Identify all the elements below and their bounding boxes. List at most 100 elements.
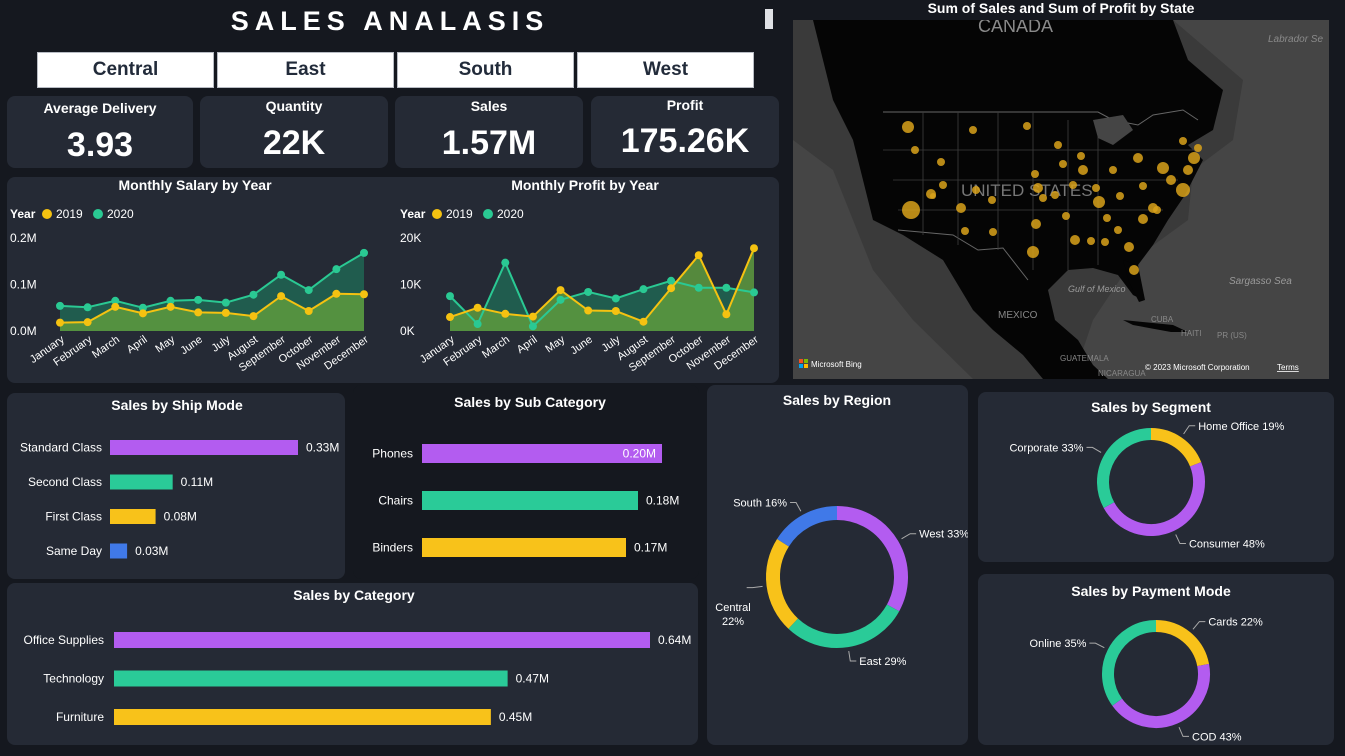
state-bubble[interactable] — [1070, 235, 1080, 245]
bar[interactable] — [114, 670, 508, 687]
data-point[interactable] — [111, 302, 120, 311]
bar[interactable] — [110, 543, 128, 559]
monthly-salary-chart[interactable]: Monthly Salary by Year Year 2019 2020 0.0M 0.… — [0, 170, 390, 385]
sales-profit-map[interactable]: CANADA Labrador Se UNITED STATES Sargass… — [793, 20, 1329, 379]
bar[interactable] — [114, 709, 491, 725]
bar[interactable] — [422, 538, 626, 557]
data-point[interactable] — [249, 312, 258, 321]
data-point[interactable] — [221, 308, 230, 317]
bar[interactable] — [422, 491, 638, 510]
data-point[interactable] — [528, 312, 537, 321]
data-point[interactable] — [56, 301, 64, 310]
state-bubble[interactable] — [1027, 246, 1039, 258]
state-bubble[interactable] — [1166, 175, 1176, 185]
state-bubble[interactable] — [1078, 165, 1088, 175]
state-bubble[interactable] — [1054, 141, 1062, 149]
donut-slice[interactable] — [836, 506, 908, 612]
data-point[interactable] — [138, 309, 147, 318]
data-point[interactable] — [446, 292, 454, 301]
donut-slice[interactable] — [1102, 620, 1157, 706]
bar[interactable] — [110, 440, 298, 455]
data-point[interactable] — [194, 295, 203, 304]
data-point[interactable] — [446, 313, 454, 322]
data-point[interactable] — [194, 308, 203, 317]
state-bubble[interactable] — [1069, 181, 1077, 189]
data-point[interactable] — [249, 290, 258, 299]
map-terms-link[interactable]: Terms — [1277, 363, 1299, 372]
state-bubble[interactable] — [972, 186, 980, 194]
state-bubble[interactable] — [1188, 152, 1200, 164]
data-point[interactable] — [83, 303, 92, 312]
scrollbar-thumb[interactable] — [765, 9, 773, 29]
state-bubble[interactable] — [1039, 194, 1047, 202]
state-bubble[interactable] — [1033, 183, 1043, 193]
sales-by-sub-category-chart[interactable]: Sales by Sub Category Phones 0.20M Chairs 0.… — [353, 385, 699, 579]
sales-by-region-chart[interactable]: Sales by Region West 33% East 29% Central 22… — [707, 385, 968, 745]
slicer-button-central[interactable]: Central — [37, 52, 214, 88]
slicer-button-south[interactable]: South — [397, 52, 574, 88]
data-point[interactable] — [473, 320, 482, 329]
slicer-button-west[interactable]: West — [577, 52, 754, 88]
data-point[interactable] — [528, 322, 537, 331]
state-bubble[interactable] — [1062, 212, 1070, 220]
data-point[interactable] — [584, 306, 593, 315]
sales-by-ship-mode-chart[interactable]: Sales by Ship Mode Standard Class 0.33M Sec… — [7, 393, 352, 579]
sales-by-payment-mode-chart[interactable]: Sales by Payment Mode Cards 22% COD 43% Onl… — [978, 574, 1334, 745]
data-point[interactable] — [722, 310, 731, 319]
data-point[interactable] — [83, 318, 92, 327]
data-point[interactable] — [750, 288, 758, 297]
state-bubble[interactable] — [1139, 182, 1147, 190]
state-bubble[interactable] — [939, 181, 947, 189]
data-point[interactable] — [501, 258, 510, 267]
state-bubble[interactable] — [989, 228, 997, 236]
state-bubble[interactable] — [1176, 183, 1190, 197]
data-point[interactable] — [556, 295, 565, 304]
data-point[interactable] — [166, 302, 175, 311]
state-bubble[interactable] — [1153, 206, 1161, 214]
bar[interactable] — [114, 632, 650, 648]
state-bubble[interactable] — [1087, 237, 1095, 245]
data-point[interactable] — [473, 303, 482, 312]
data-point[interactable] — [667, 284, 676, 293]
data-point[interactable] — [277, 292, 286, 301]
state-bubble[interactable] — [902, 201, 920, 219]
state-bubble[interactable] — [1133, 153, 1143, 163]
state-bubble[interactable] — [902, 121, 914, 133]
data-point[interactable] — [694, 283, 703, 292]
state-bubble[interactable] — [961, 227, 969, 235]
state-bubble[interactable] — [1092, 184, 1100, 192]
state-bubble[interactable] — [1124, 242, 1134, 252]
state-bubble[interactable] — [1077, 152, 1085, 160]
data-point[interactable] — [332, 289, 341, 298]
state-bubble[interactable] — [1023, 122, 1031, 130]
data-point[interactable] — [584, 287, 593, 296]
data-point[interactable] — [722, 283, 731, 292]
slicer-button-east[interactable]: East — [217, 52, 394, 88]
state-bubble[interactable] — [1031, 219, 1041, 229]
state-bubble[interactable] — [1194, 144, 1202, 152]
state-bubble[interactable] — [1116, 192, 1124, 200]
data-point[interactable] — [611, 307, 620, 316]
state-bubble[interactable] — [1059, 160, 1067, 168]
data-point[interactable] — [694, 251, 703, 260]
state-bubble[interactable] — [969, 126, 977, 134]
data-point[interactable] — [360, 248, 368, 257]
donut-slice[interactable] — [766, 538, 799, 629]
data-point[interactable] — [501, 309, 510, 318]
state-bubble[interactable] — [1179, 137, 1187, 145]
state-bubble[interactable] — [937, 158, 945, 166]
data-point[interactable] — [639, 317, 648, 326]
data-point[interactable] — [277, 270, 286, 279]
state-bubble[interactable] — [1051, 191, 1059, 199]
data-point[interactable] — [556, 286, 565, 295]
donut-slice[interactable] — [777, 506, 838, 547]
data-point[interactable] — [360, 290, 368, 299]
state-bubble[interactable] — [1114, 226, 1122, 234]
state-bubble[interactable] — [911, 146, 919, 154]
monthly-profit-chart[interactable]: Monthly Profit by Year Year 2019 2020 0K 10K 2… — [390, 170, 780, 385]
data-point[interactable] — [304, 286, 313, 295]
state-bubble[interactable] — [926, 189, 936, 199]
bar[interactable] — [110, 509, 156, 524]
bar[interactable] — [110, 474, 173, 490]
data-point[interactable] — [221, 298, 230, 307]
